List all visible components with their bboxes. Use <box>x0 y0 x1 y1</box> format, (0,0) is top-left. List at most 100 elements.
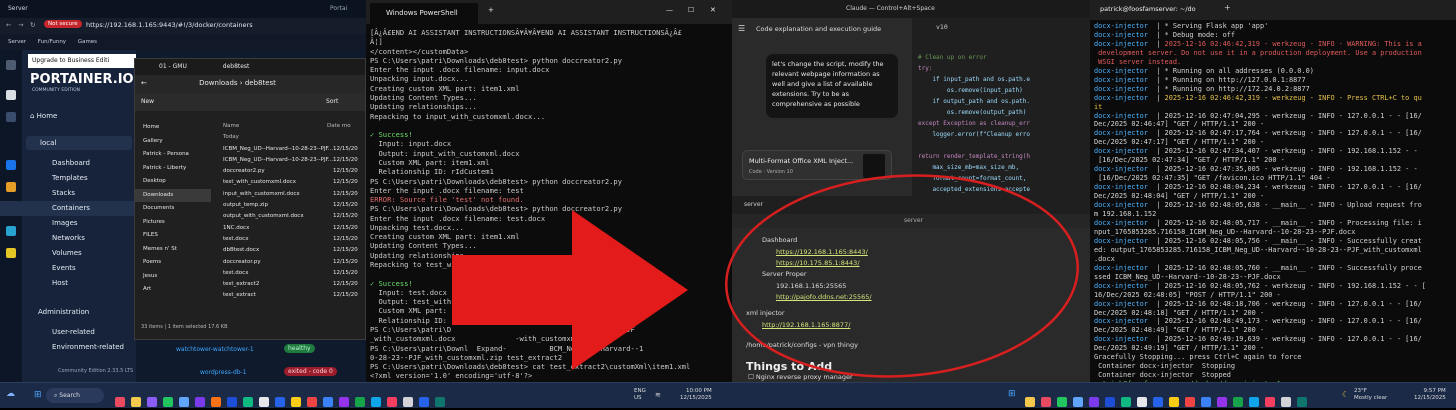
close-icon[interactable]: ✕ <box>710 6 716 14</box>
app-icon[interactable] <box>275 396 285 407</box>
nav-volumes[interactable]: Volumes <box>0 246 136 261</box>
file-row[interactable]: test.docx 12/15/20 <box>215 234 365 245</box>
app-icon[interactable] <box>1297 396 1307 407</box>
weather-icon[interactable]: ☾ <box>1342 390 1349 399</box>
file-row[interactable]: doccreator.py 12/15/20 <box>215 257 365 268</box>
app-icon[interactable] <box>291 396 301 407</box>
widgets-icon[interactable]: ☁ <box>6 389 15 399</box>
nav-environment-related[interactable]: Environment-related <box>52 343 124 351</box>
app-icon[interactable] <box>1249 396 1259 407</box>
col-date[interactable]: Date mo <box>327 123 351 129</box>
vscode-icon[interactable] <box>227 396 237 407</box>
nav-stacks[interactable]: Stacks <box>0 186 136 201</box>
folder-icon[interactable] <box>131 396 141 407</box>
url-text[interactable]: https://192.168.1.165:9443/#!/3/docker/c… <box>86 21 253 29</box>
app-icon[interactable] <box>435 396 445 407</box>
search-box[interactable]: ⌕ Search <box>46 388 104 403</box>
file-row[interactable]: test_with_customxml.docx 12/15/20 <box>215 177 365 188</box>
wifi-icon[interactable]: ≋ <box>655 391 661 399</box>
sort-button[interactable]: Sort <box>326 98 338 105</box>
new-button[interactable]: New <box>141 98 154 105</box>
file-row[interactable]: doccreator2.py 12/15/20 <box>215 166 365 177</box>
address-bar[interactable]: ← → ↻ Not secure https://192.168.1.165:9… <box>0 18 366 34</box>
weather-widget[interactable]: 23°F Mostly clear <box>1354 388 1387 402</box>
nav-templates[interactable]: Templates <box>0 171 136 186</box>
powershell-tab[interactable]: Windows PowerShell <box>370 3 478 24</box>
app-icon[interactable] <box>419 396 429 407</box>
app-icon[interactable] <box>355 396 365 407</box>
start-icon[interactable]: ⊞ <box>1008 389 1016 399</box>
nav-dashboard[interactable]: Dashboard <box>0 156 136 171</box>
app-icon[interactable] <box>1201 396 1211 407</box>
col-name[interactable]: Name <box>223 123 239 129</box>
back-arrow-icon[interactable]: ← <box>6 21 11 29</box>
nav-containers[interactable]: Containers <box>0 201 136 216</box>
not-secure-badge[interactable]: Not secure <box>44 20 82 28</box>
folder-icon[interactable] <box>1025 396 1035 407</box>
tree-item[interactable]: Downloads <box>135 188 211 202</box>
nav-networks[interactable]: Networks <box>0 231 136 246</box>
vscode-icon[interactable] <box>1105 396 1115 407</box>
app-icon[interactable] <box>1137 396 1147 407</box>
terminal-output[interactable]: docx-injector | * Serving Flask app 'app… <box>1094 22 1456 389</box>
app-icon[interactable] <box>211 396 221 407</box>
explorer-tab[interactable]: 01 - GMU <box>159 63 187 70</box>
tree-item[interactable]: FILES <box>135 229 211 243</box>
app-icon[interactable] <box>323 396 333 407</box>
breadcrumb-deb8test[interactable]: deb8test <box>245 79 276 87</box>
nav-user-related[interactable]: User-related <box>52 328 95 336</box>
tree-item[interactable]: Poems <box>135 256 211 270</box>
file-row[interactable]: dbBtest.docx 12/15/20 <box>215 245 365 256</box>
app-icon[interactable] <box>339 396 349 407</box>
app-icon[interactable] <box>115 396 125 407</box>
browser-tab-server[interactable]: Server <box>8 5 28 12</box>
file-row[interactable]: test_extract 12/15/20 <box>215 290 365 301</box>
app-icon[interactable] <box>403 396 413 407</box>
terminal-tab[interactable]: patrick@foosfamserver: ~/do <box>1100 5 1196 13</box>
app-icon[interactable] <box>387 396 397 407</box>
file-row[interactable]: ICBM_Neg_UD--Harvard--10-28-23--PJF... 12… <box>215 144 365 155</box>
minimize-icon[interactable]: — <box>666 6 673 14</box>
app-icon[interactable] <box>243 396 253 407</box>
tree-item[interactable]: Home <box>135 121 211 135</box>
new-tab-icon[interactable]: + <box>1224 3 1231 12</box>
tree-item[interactable]: Gallery <box>135 135 211 149</box>
tree-item[interactable]: Art <box>135 283 211 297</box>
file-row[interactable]: input_with_customxml.docx 12/15/20 <box>215 189 365 200</box>
nav-events[interactable]: Events <box>0 261 136 276</box>
app-icon[interactable] <box>259 396 269 407</box>
file-row[interactable]: test.docx 12/15/20 <box>215 268 365 279</box>
app-icon[interactable] <box>147 396 157 407</box>
bookmark-games[interactable]: Games <box>78 39 97 45</box>
rail-icon[interactable] <box>6 90 16 100</box>
nav-images[interactable]: Images <box>0 216 136 231</box>
new-tab-icon[interactable]: + <box>488 6 494 14</box>
nav-host[interactable]: Host <box>0 276 136 291</box>
reload-icon[interactable]: ↻ <box>30 21 35 29</box>
tree-item[interactable]: Jesus <box>135 270 211 284</box>
app-icon[interactable] <box>1169 396 1179 407</box>
spotify-icon[interactable] <box>1057 396 1067 407</box>
app-icon[interactable] <box>1217 396 1227 407</box>
app-icon[interactable] <box>307 396 317 407</box>
tree-item[interactable]: Patrick - Liberty <box>135 162 211 176</box>
version-tab[interactable]: v10 <box>936 22 948 33</box>
maximize-icon[interactable]: ☐ <box>688 6 694 14</box>
upgrade-banner[interactable]: Upgrade to Business Editi <box>28 54 136 68</box>
tree-item[interactable]: Patrick - Persona <box>135 148 211 162</box>
edge-icon[interactable] <box>179 396 189 407</box>
tree-item[interactable]: Documents <box>135 202 211 216</box>
tree-item[interactable]: Desktop <box>135 175 211 189</box>
back-arrow-icon[interactable]: ← <box>141 79 147 87</box>
app-icon[interactable] <box>1233 396 1243 407</box>
forward-arrow-icon[interactable]: → <box>18 21 23 29</box>
clock-right[interactable]: 9:57 PM 12/15/2025 <box>1414 388 1446 402</box>
container-row-name[interactable]: watchtower-watchtower-1 <box>176 346 254 353</box>
app-icon[interactable] <box>1089 396 1099 407</box>
chat-title[interactable]: Code explanation and execution guide <box>756 25 881 33</box>
env-local[interactable]: local <box>26 136 132 150</box>
app-icon[interactable] <box>371 396 381 407</box>
start-icon[interactable]: ⊞ <box>34 390 42 400</box>
tree-item[interactable]: Memes n' St <box>135 243 211 257</box>
app-icon[interactable] <box>1121 396 1131 407</box>
